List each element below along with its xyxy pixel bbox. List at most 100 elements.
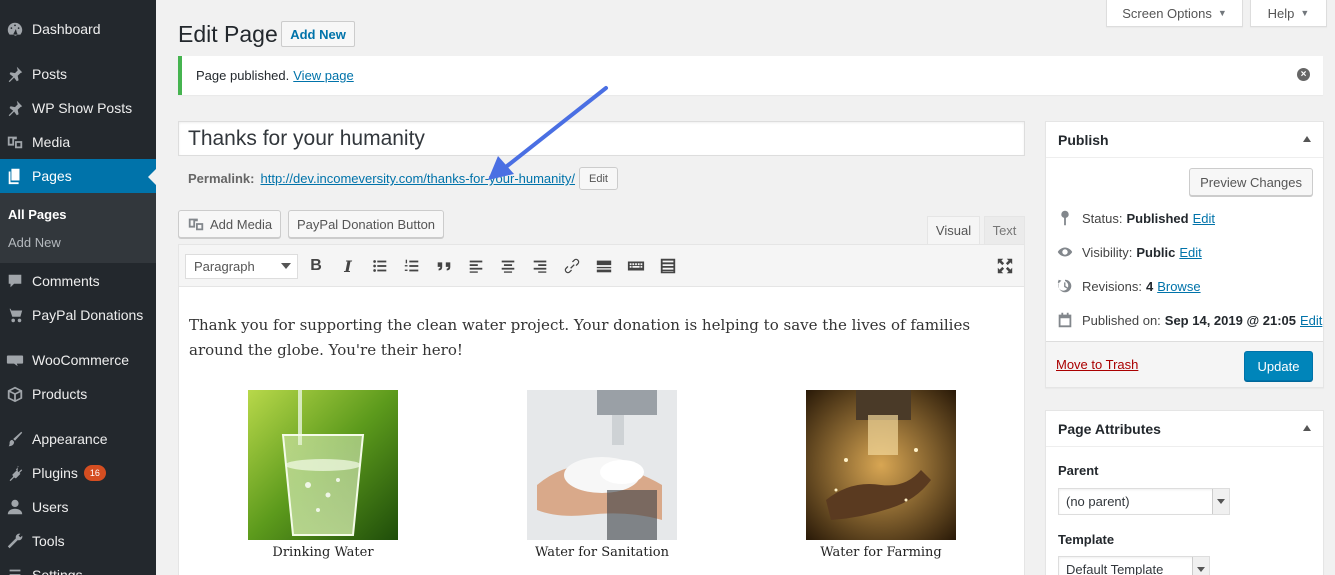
menu-label: Users: [32, 499, 69, 515]
template-value: Default Template: [1066, 562, 1164, 575]
align-left-icon: [469, 260, 483, 273]
format-select[interactable]: Paragraph: [185, 254, 298, 279]
fullscreen-button[interactable]: [993, 254, 1017, 278]
preview-changes-button[interactable]: Preview Changes: [1189, 168, 1313, 196]
revisions-browse-link[interactable]: Browse: [1157, 279, 1200, 294]
blockquote-button[interactable]: [432, 254, 456, 278]
settings-icon: [5, 565, 25, 575]
revisions-value: 4: [1145, 278, 1154, 294]
align-left-button[interactable]: [464, 254, 488, 278]
menu-appearance[interactable]: Appearance: [0, 422, 156, 456]
woocommerce-icon: [5, 350, 25, 370]
insert-link-button[interactable]: [560, 254, 584, 278]
gallery-item[interactable]: Water for Sanitation: [527, 390, 677, 560]
tab-text[interactable]: Text: [984, 216, 1025, 244]
tab-visual[interactable]: Visual: [927, 216, 980, 244]
submenu-add-new[interactable]: Add New: [8, 235, 61, 250]
menu-label: Comments: [32, 273, 100, 289]
menu-products[interactable]: Products: [0, 377, 156, 411]
pages-submenu: All Pages Add New: [0, 193, 156, 263]
add-new-button[interactable]: Add New: [281, 21, 355, 47]
read-more-icon: [596, 260, 612, 273]
plug-icon: [5, 463, 25, 483]
menu-comments[interactable]: Comments: [0, 264, 156, 298]
keyboard-shortcuts-button[interactable]: [624, 254, 648, 278]
pages-icon: [5, 166, 25, 186]
chevron-down-icon: [281, 263, 291, 269]
menu-label: Plugins: [32, 465, 78, 481]
template-select[interactable]: Default Template: [1058, 556, 1210, 575]
visibility-row: Visibility: Public Edit: [1056, 243, 1202, 261]
status-edit-link[interactable]: Edit: [1193, 211, 1215, 226]
add-media-button[interactable]: Add Media: [178, 210, 282, 238]
align-center-button[interactable]: [496, 254, 520, 278]
menu-tools[interactable]: Tools: [0, 524, 156, 558]
notice-text: Page published.: [196, 68, 290, 83]
gallery-item[interactable]: Drinking Water: [248, 390, 398, 560]
menu-woocommerce[interactable]: WooCommerce: [0, 343, 156, 377]
parent-select[interactable]: (no parent): [1058, 488, 1230, 515]
numbered-list-button[interactable]: [400, 254, 424, 278]
annotation-arrow-icon: [488, 86, 608, 180]
read-more-button[interactable]: [592, 254, 616, 278]
status-label: Status:: [1082, 210, 1123, 226]
move-to-trash-link[interactable]: Move to Trash: [1056, 357, 1138, 372]
menu-dashboard[interactable]: Dashboard: [0, 12, 156, 46]
view-page-link[interactable]: View page: [293, 68, 353, 83]
calendar-icon: [1058, 312, 1072, 328]
screen-options-tab[interactable]: Screen Options ▼: [1106, 0, 1243, 27]
paintbrush-icon: [5, 429, 25, 449]
wrench-icon: [5, 531, 25, 551]
menu-plugins[interactable]: Plugins 16: [0, 456, 156, 490]
page-title: Edit Page: [178, 21, 278, 47]
gallery-caption: Drinking Water: [272, 545, 374, 560]
published-edit-link[interactable]: Edit: [1300, 313, 1322, 328]
menu-label: Appearance: [32, 431, 108, 447]
bold-button[interactable]: B: [304, 254, 328, 278]
collapse-icon[interactable]: [1303, 425, 1311, 431]
update-button[interactable]: Update: [1244, 351, 1313, 381]
permalink-label: Permalink:: [188, 171, 255, 186]
menu-users[interactable]: Users: [0, 490, 156, 524]
menu-wp-show-posts[interactable]: WP Show Posts: [0, 91, 156, 125]
publish-box-header[interactable]: Publish: [1046, 122, 1323, 158]
bullet-list-button[interactable]: [368, 254, 392, 278]
menu-settings[interactable]: Settings: [0, 558, 156, 575]
toolbar-toggle-button[interactable]: [656, 254, 680, 278]
menu-pages[interactable]: Pages: [0, 159, 156, 193]
italic-button[interactable]: I: [336, 254, 360, 278]
quote-icon: [437, 262, 451, 271]
caret-down-icon: ▼: [1217, 8, 1227, 18]
menu-label: WooCommerce: [32, 352, 129, 368]
visibility-edit-link[interactable]: Edit: [1179, 245, 1201, 260]
cart-icon: [5, 305, 25, 325]
menu-posts[interactable]: Posts: [0, 57, 156, 91]
menu-label: Pages: [32, 168, 72, 184]
menu-label: Products: [32, 386, 88, 402]
publish-actions: Move to Trash Update: [1046, 341, 1323, 387]
pin-icon: [1061, 210, 1069, 226]
menu-media[interactable]: Media: [0, 125, 156, 159]
drinking-water-image: [248, 390, 398, 540]
collapse-icon[interactable]: [1303, 136, 1311, 142]
comment-icon: [5, 271, 25, 291]
keyboard-icon: [627, 261, 645, 271]
page-attributes-header[interactable]: Page Attributes: [1046, 411, 1323, 447]
submenu-all-pages[interactable]: All Pages: [8, 207, 67, 222]
status-value: Published: [1126, 210, 1189, 226]
plugins-update-badge: 16: [83, 465, 106, 481]
dismiss-icon[interactable]: ×: [1297, 68, 1310, 81]
menu-paypal-donations[interactable]: PayPal Donations: [0, 298, 156, 332]
chevron-down-icon: [1192, 557, 1209, 575]
gallery-item[interactable]: Water for Farming: [806, 390, 956, 560]
help-tab[interactable]: Help ▼: [1250, 0, 1327, 27]
box-icon: [5, 384, 25, 404]
parent-label: Parent: [1058, 463, 1099, 478]
format-value: Paragraph: [194, 259, 255, 274]
align-center-icon: [501, 260, 515, 273]
paypal-donation-button[interactable]: PayPal Donation Button: [288, 210, 445, 238]
published-on-row: Published on: Sep 14, 2019 @ 21:05 Edit: [1056, 311, 1322, 329]
visibility-value: Public: [1136, 244, 1176, 260]
content-editor[interactable]: Paragraph B I Thank you for supporting t…: [178, 244, 1025, 575]
align-right-button[interactable]: [528, 254, 552, 278]
